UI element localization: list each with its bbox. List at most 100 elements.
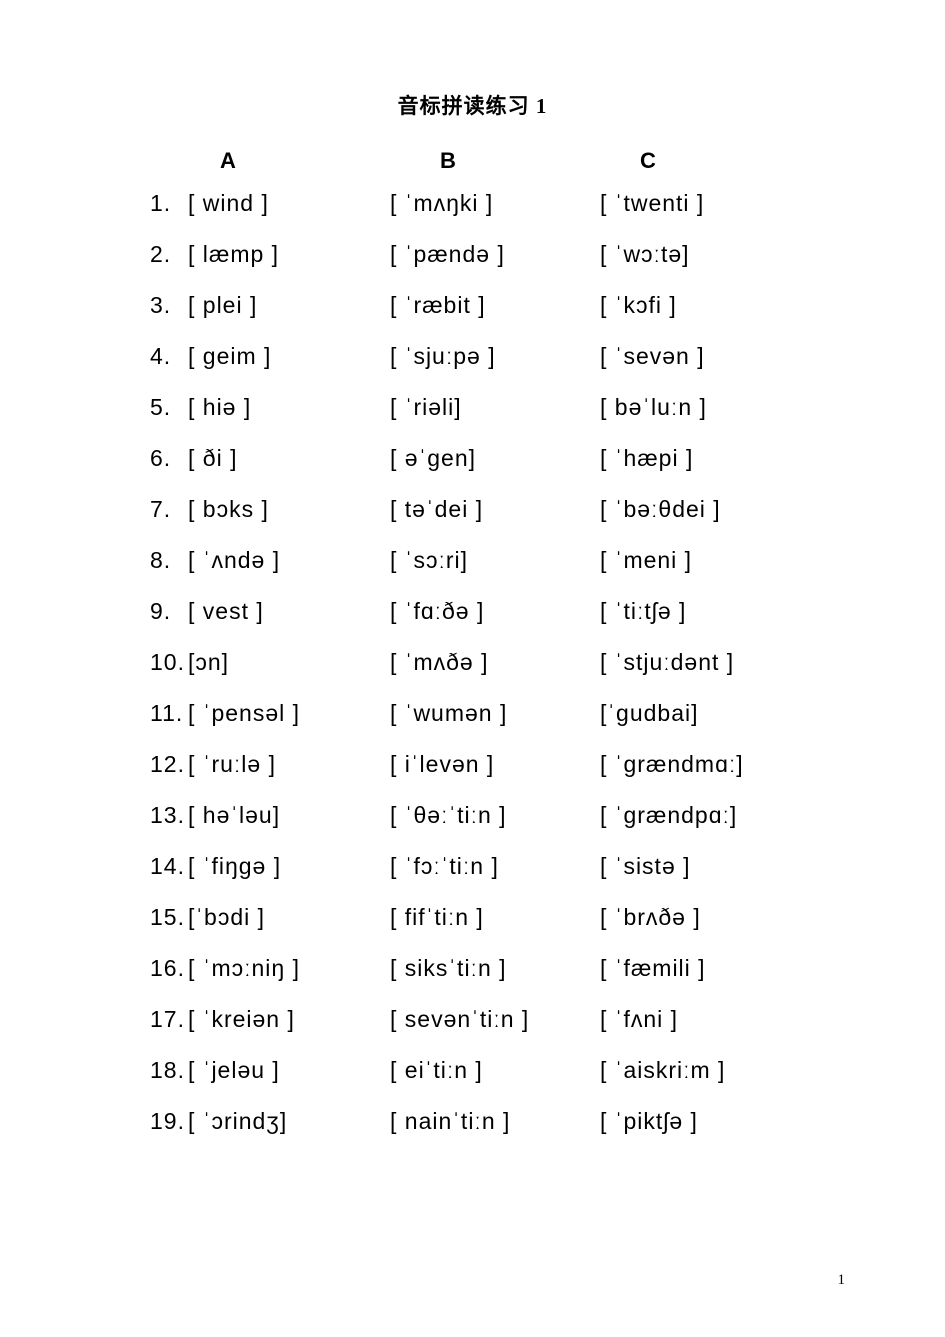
cell-b: [ ˈwumən ] — [390, 702, 600, 725]
cell-c: [ ˈfæmili ] — [600, 957, 800, 980]
row-number: 4. — [150, 345, 188, 368]
cell-a: [ ði ] — [188, 445, 237, 471]
cell-a: [ ˈpensəl ] — [188, 700, 300, 726]
cell-b: [ təˈdei ] — [390, 498, 600, 521]
cell-c: [ ˈfʌni ] — [600, 1008, 800, 1031]
cell-b: [ ˈθəːˈtiːn ] — [390, 804, 600, 827]
table-row: 17.[ ˈkreiən ] [ sevənˈtiːn ] [ ˈfʌni ] — [150, 994, 800, 1045]
cell-a: [ ˈjeləu ] — [188, 1057, 280, 1083]
cell-c: [ ˈgrændmɑː] — [600, 753, 800, 776]
cell-a: [ geim ] — [188, 343, 271, 369]
cell-a: [ wind ] — [188, 190, 269, 216]
cell-b: [ əˈgen] — [390, 447, 600, 470]
cell-c: [ ˈbəːθdei ] — [600, 498, 800, 521]
cell-a: [ ˈʌndə ] — [188, 547, 280, 573]
cell-c: [ ˈkɔfi ] — [600, 294, 800, 317]
page-number: 1 — [838, 1272, 846, 1289]
table-row: 8.[ ˈʌndə ] [ ˈsɔːri] [ ˈmeni ] — [150, 535, 800, 586]
row-number: 5. — [150, 396, 188, 419]
table-row: 10.[ɔn] [ ˈmʌðə ] [ ˈstjuːdənt ] — [150, 637, 800, 688]
cell-a: [ ˈmɔːniŋ ] — [188, 955, 300, 981]
cell-c: [ ˈwɔːtə] — [600, 243, 800, 266]
cell-b: [ ˈmʌŋki ] — [390, 192, 600, 215]
row-number: 14. — [150, 855, 188, 878]
cell-b: [ fifˈtiːn ] — [390, 906, 600, 929]
cell-a: [ plei ] — [188, 292, 257, 318]
page-title: 音标拼读练习 1 — [150, 90, 795, 120]
table-row: 7.[ bɔks ] [ təˈdei ] [ ˈbəːθdei ] — [150, 484, 800, 535]
cell-c: [ ˈbrʌðə ] — [600, 906, 800, 929]
row-number: 15. — [150, 906, 188, 929]
cell-b: [ ˈmʌðə ] — [390, 651, 600, 674]
cell-b: [ nainˈtiːn ] — [390, 1110, 600, 1133]
header-c: C — [590, 148, 790, 174]
table-row: 16.[ ˈmɔːniŋ ] [ siksˈtiːn ] [ ˈfæmili ] — [150, 943, 800, 994]
header-b: B — [390, 148, 590, 174]
row-number: 8. — [150, 549, 188, 572]
cell-b: [ siksˈtiːn ] — [390, 957, 600, 980]
row-number: 19. — [150, 1110, 188, 1133]
cell-a: [ həˈləu] — [188, 802, 280, 828]
row-number: 9. — [150, 600, 188, 623]
cell-a: [ læmp ] — [188, 241, 279, 267]
cell-a: [ ˈɔrindʒ] — [188, 1108, 287, 1134]
cell-a: [ɔn] — [188, 649, 229, 675]
cell-c: [ ˈsistə ] — [600, 855, 800, 878]
cell-b: [ iˈlevən ] — [390, 753, 600, 776]
row-number: 17. — [150, 1008, 188, 1031]
cell-c: [ ˈpiktʃə ] — [600, 1110, 800, 1133]
table-row: 18.[ ˈjeləu ] [ eiˈtiːn ] [ ˈaiskriːm ] — [150, 1045, 800, 1096]
row-number: 6. — [150, 447, 188, 470]
cell-c: [ ˈtiːtʃə ] — [600, 600, 800, 623]
cell-a: [ hiə ] — [188, 394, 251, 420]
cell-a: [ ˈruːlə ] — [188, 751, 276, 777]
column-headers: A B C — [150, 148, 800, 174]
cell-c: [ ˈstjuːdənt ] — [600, 651, 800, 674]
cell-c: [ bəˈluːn ] — [600, 396, 800, 419]
cell-c: [ ˈtwenti ] — [600, 192, 800, 215]
cell-b: [ ˈræbit ] — [390, 294, 600, 317]
table-row: 11.[ ˈpensəl ] [ ˈwumən ] [ˈgudbai] — [150, 688, 800, 739]
cell-c: [ˈgudbai] — [600, 702, 800, 725]
row-number: 12. — [150, 753, 188, 776]
cell-b: [ ˈriəli] — [390, 396, 600, 419]
cell-a: [ ˈkreiən ] — [188, 1006, 295, 1032]
table-row: 19.[ ˈɔrindʒ] [ nainˈtiːn ] [ ˈpiktʃə ] — [150, 1096, 800, 1147]
row-number: 10. — [150, 651, 188, 674]
table-row: 2.[ læmp ] [ ˈpændə ] [ ˈwɔːtə] — [150, 229, 800, 280]
row-number: 18. — [150, 1059, 188, 1082]
cell-a: [ bɔks ] — [188, 496, 269, 522]
cell-a: [ vest ] — [188, 598, 264, 624]
row-number: 13. — [150, 804, 188, 827]
row-number: 3. — [150, 294, 188, 317]
table-row: 12.[ ˈruːlə ] [ iˈlevən ] [ ˈgrændmɑː] — [150, 739, 800, 790]
cell-b: [ ˈpændə ] — [390, 243, 600, 266]
table-row: 3.[ plei ] [ ˈræbit ] [ ˈkɔfi ] — [150, 280, 800, 331]
cell-c: [ ˈhæpi ] — [600, 447, 800, 470]
table-row: 1.[ wind ] [ ˈmʌŋki ] [ ˈtwenti ] — [150, 178, 800, 229]
practice-table: A B C 1.[ wind ] [ ˈmʌŋki ] [ ˈtwenti ] … — [150, 148, 800, 1147]
row-number: 16. — [150, 957, 188, 980]
table-row: 4.[ geim ] [ ˈsjuːpə ] [ ˈsevən ] — [150, 331, 800, 382]
table-row: 9.[ vest ] [ ˈfɑːðə ] [ ˈtiːtʃə ] — [150, 586, 800, 637]
row-number: 2. — [150, 243, 188, 266]
table-row: 5.[ hiə ] [ ˈriəli] [ bəˈluːn ] — [150, 382, 800, 433]
cell-b: [ ˈfɑːðə ] — [390, 600, 600, 623]
row-number: 7. — [150, 498, 188, 521]
table-row: 14.[ ˈfiŋgə ] [ ˈfɔːˈtiːn ] [ ˈsistə ] — [150, 841, 800, 892]
header-a: A — [150, 148, 390, 174]
table-row: 13.[ həˈləu] [ ˈθəːˈtiːn ] [ ˈgrændpɑː] — [150, 790, 800, 841]
cell-b: [ ˈsɔːri] — [390, 549, 600, 572]
page: 音标拼读练习 1 A B C 1.[ wind ] [ ˈmʌŋki ] [ ˈ… — [0, 0, 945, 1147]
cell-c: [ ˈmeni ] — [600, 549, 800, 572]
cell-a: [ ˈfiŋgə ] — [188, 853, 281, 879]
cell-a: [ˈbɔdi ] — [188, 904, 265, 930]
cell-c: [ ˈgrændpɑː] — [600, 804, 800, 827]
row-number: 1. — [150, 192, 188, 215]
cell-c: [ ˈaiskriːm ] — [600, 1059, 800, 1082]
table-row: 15.[ˈbɔdi ] [ fifˈtiːn ] [ ˈbrʌðə ] — [150, 892, 800, 943]
cell-b: [ eiˈtiːn ] — [390, 1059, 600, 1082]
cell-c: [ ˈsevən ] — [600, 345, 800, 368]
cell-b: [ ˈfɔːˈtiːn ] — [390, 855, 600, 878]
cell-b: [ sevənˈtiːn ] — [390, 1008, 600, 1031]
